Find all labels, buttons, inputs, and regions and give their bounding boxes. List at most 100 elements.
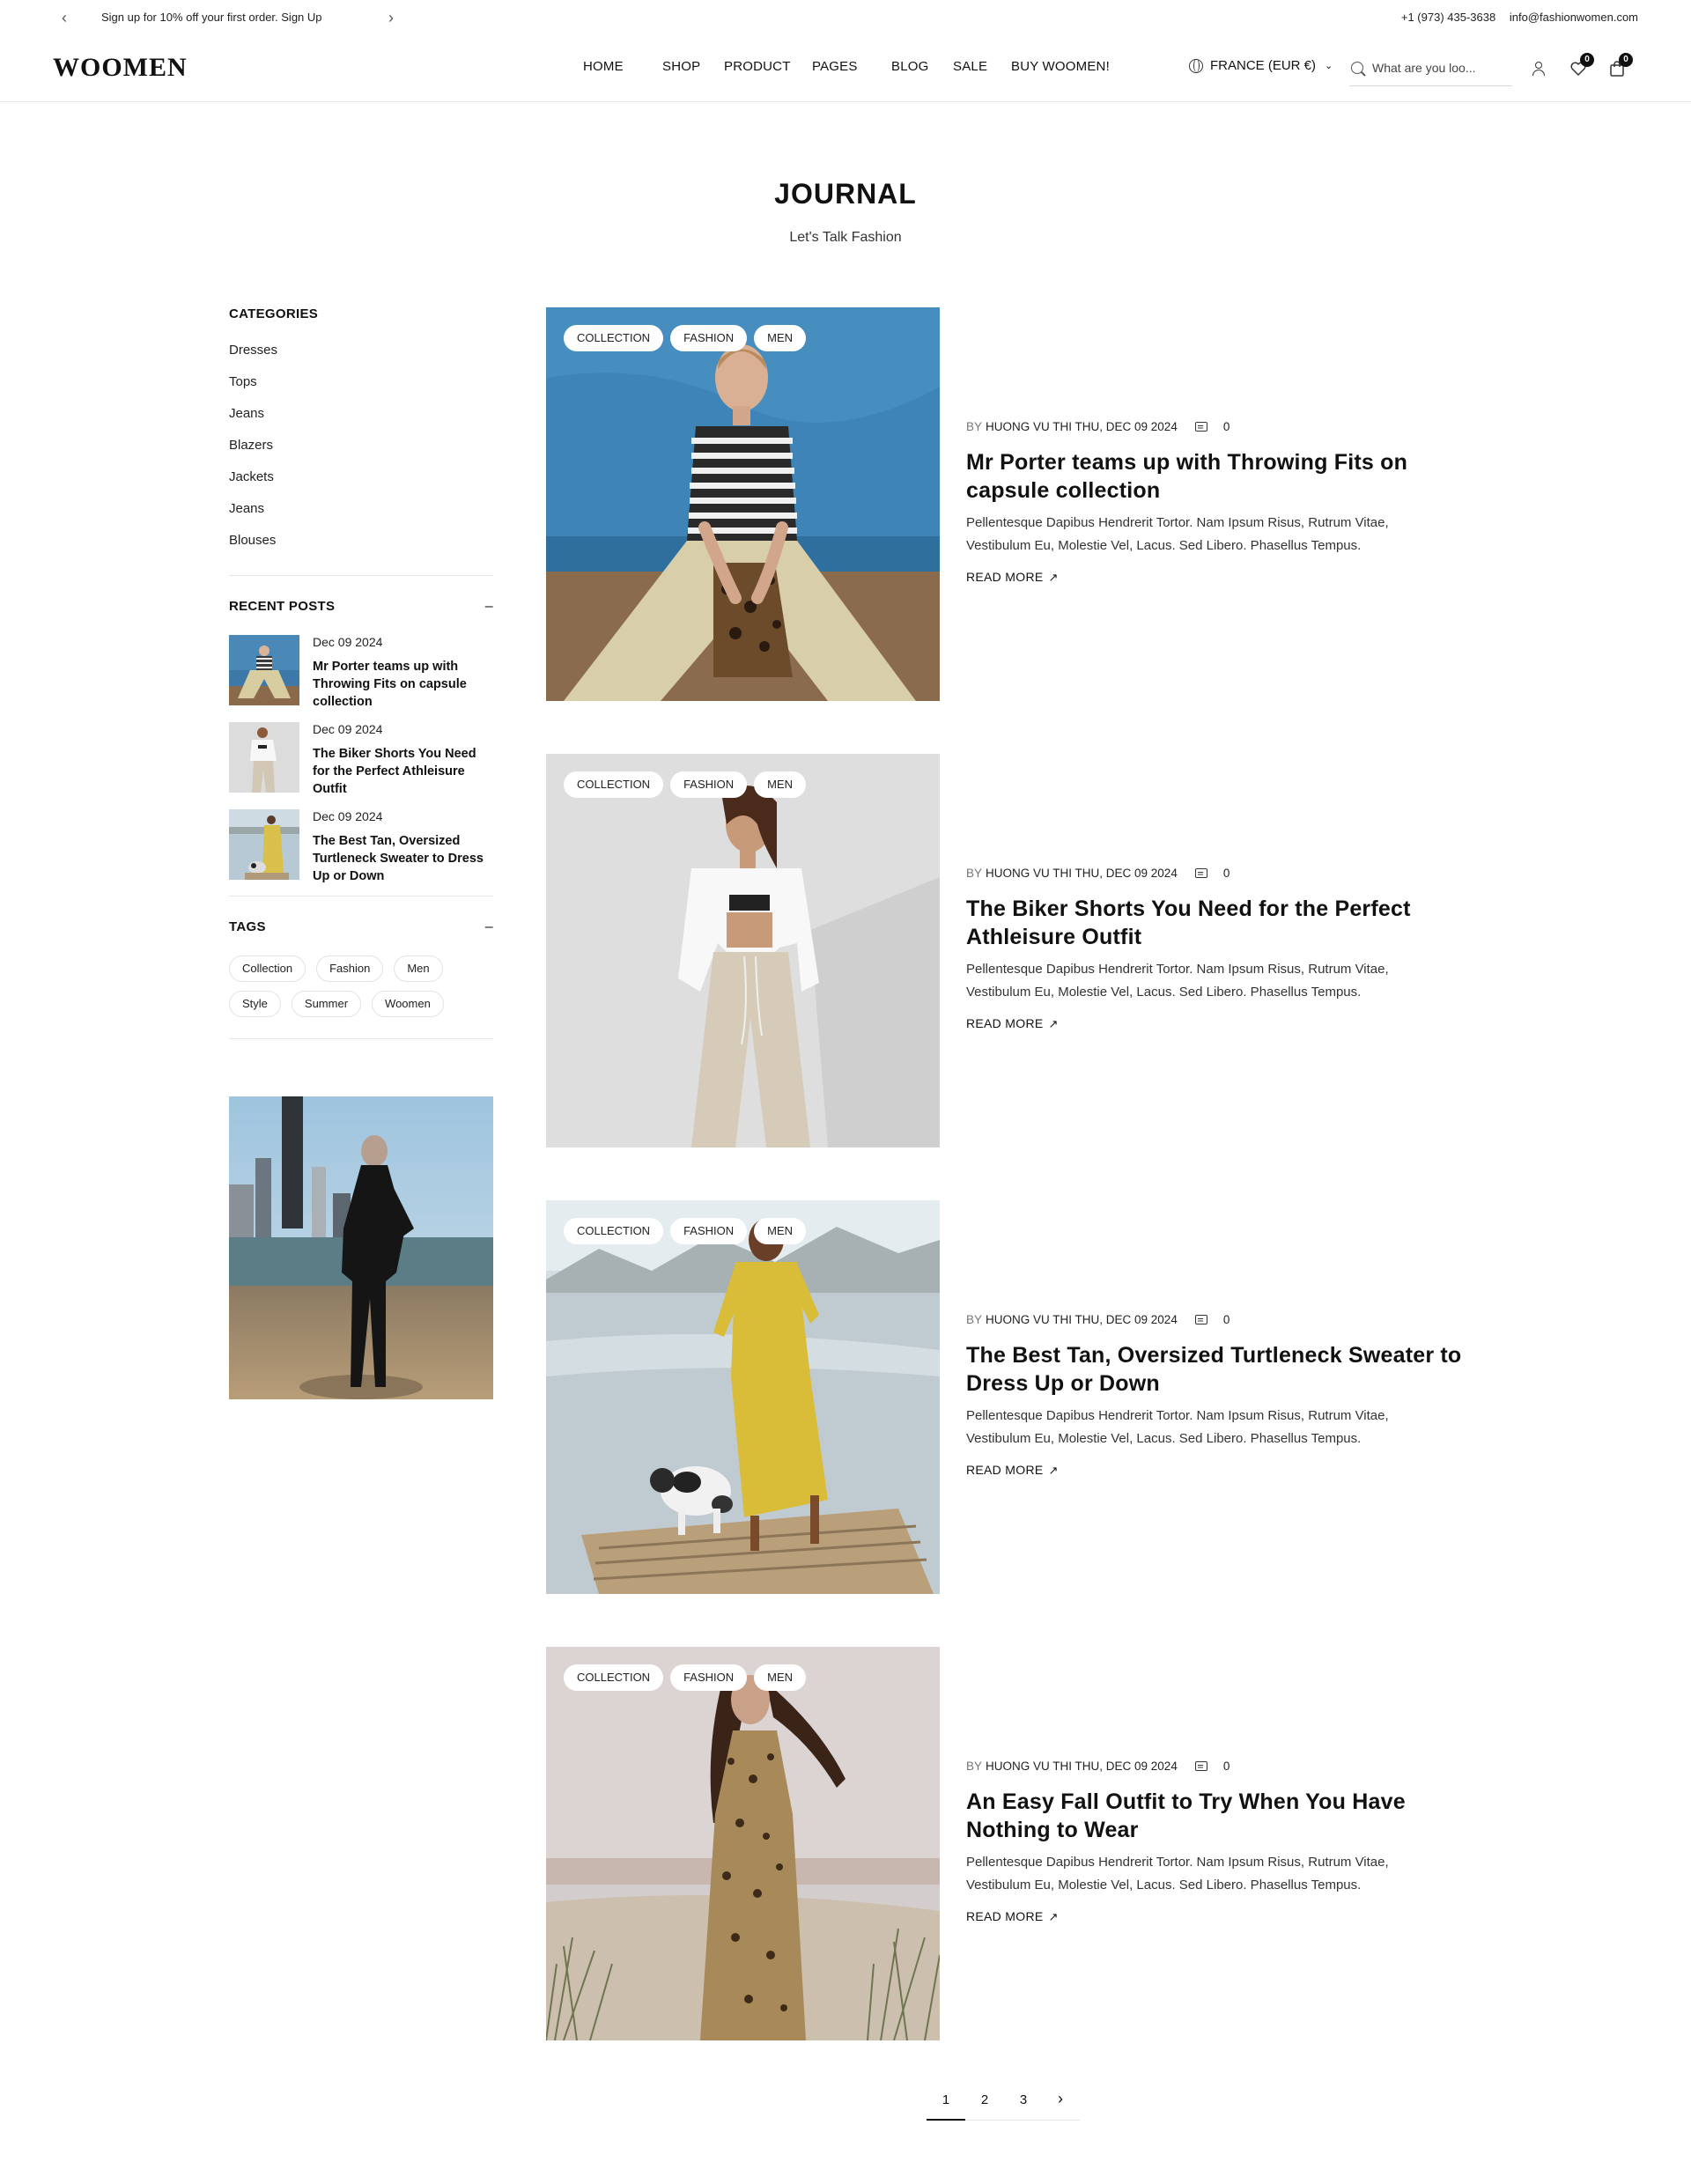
search-input[interactable] bbox=[1372, 60, 1495, 75]
shopping-bag-icon[interactable]: 0 bbox=[1608, 53, 1633, 77]
post-by-label: BY bbox=[966, 1313, 983, 1326]
recent-post-thumbnail[interactable] bbox=[229, 809, 299, 880]
post-excerpt: Pellentesque Dapibus Hendrerit Tortor. N… bbox=[966, 515, 1389, 553]
category-link[interactable]: Blouses bbox=[229, 533, 493, 564]
recent-post-thumbnail[interactable] bbox=[229, 722, 299, 793]
announcement-bar: ‹ Sign up for 10% off your first order. … bbox=[0, 0, 1691, 35]
tag-chip[interactable]: Style bbox=[229, 991, 281, 1017]
post-image[interactable]: COLLECTION FASHION MEN bbox=[546, 1200, 940, 1594]
collapse-icon[interactable]: – bbox=[485, 599, 493, 615]
tag-chip[interactable]: Collection bbox=[229, 956, 306, 982]
read-more-label: READ MORE bbox=[966, 1463, 1044, 1477]
read-more-link[interactable]: READ MORE ↗ bbox=[966, 570, 1059, 585]
post-title[interactable]: Mr Porter teams up with Throwing Fits on… bbox=[966, 448, 1468, 505]
post-image[interactable]: COLLECTION FASHION MEN bbox=[546, 1647, 940, 2040]
site-header: WOOMEN HOME SHOP PRODUCT PAGES BLOG SALE… bbox=[0, 35, 1691, 102]
sidebar-banner-image[interactable] bbox=[229, 1096, 493, 1399]
phone-link[interactable]: +1 (973) 435-3638 bbox=[1401, 11, 1495, 24]
page-link-2[interactable]: 2 bbox=[965, 2092, 1004, 2107]
nav-shop[interactable]: SHOP bbox=[662, 59, 700, 74]
search-icon[interactable] bbox=[1351, 61, 1363, 74]
nav-blog[interactable]: BLOG bbox=[891, 59, 928, 74]
arrow-up-right-icon: ↗ bbox=[1048, 1910, 1059, 1923]
post-tag-chip[interactable]: MEN bbox=[754, 1664, 807, 1691]
post-tag-chip[interactable]: FASHION bbox=[670, 325, 748, 351]
post-tag-chip[interactable]: COLLECTION bbox=[564, 1218, 664, 1244]
recent-post-item[interactable]: Dec 09 2024 The Best Tan, Oversized Turt… bbox=[229, 809, 493, 896]
nav-pages[interactable]: PAGES bbox=[812, 59, 858, 74]
chevron-left-icon[interactable]: ‹ bbox=[55, 9, 73, 26]
site-logo[interactable]: WOOMEN bbox=[53, 53, 188, 83]
post-tag-chip[interactable]: FASHION bbox=[670, 771, 748, 798]
post-tag-chip[interactable]: MEN bbox=[754, 325, 807, 351]
comment-icon bbox=[1194, 1761, 1207, 1771]
tag-chip[interactable]: Summer bbox=[291, 991, 362, 1017]
post-meta: BY HUONG VU THI THU, DEC 09 2024 0 bbox=[966, 420, 1229, 433]
user-icon[interactable] bbox=[1530, 60, 1547, 77]
blog-post-card: COLLECTION FASHION MEN BY HUONG VU THI T… bbox=[546, 1200, 1471, 1594]
page-link-1[interactable]: 1 bbox=[927, 2092, 965, 2107]
post-comment-count[interactable]: 0 bbox=[1223, 1760, 1230, 1773]
email-link[interactable]: info@fashionwomen.com bbox=[1510, 11, 1638, 24]
chevron-down-icon: ⌄ bbox=[1325, 61, 1333, 71]
collapse-icon[interactable]: – bbox=[485, 919, 493, 935]
nav-home[interactable]: HOME bbox=[583, 59, 624, 74]
wishlist-count-badge: 0 bbox=[1580, 53, 1594, 67]
tags-label: TAGS bbox=[229, 919, 266, 934]
heart-icon[interactable]: 0 bbox=[1569, 53, 1594, 77]
arrow-up-right-icon: ↗ bbox=[1048, 1017, 1059, 1030]
recent-post-title[interactable]: The Best Tan, Oversized Turtleneck Sweat… bbox=[313, 832, 493, 885]
post-tag-chip[interactable]: MEN bbox=[754, 1218, 807, 1244]
comment-icon bbox=[1194, 1315, 1207, 1324]
tags-heading: TAGS – bbox=[229, 919, 493, 934]
post-tag-chip[interactable]: FASHION bbox=[670, 1218, 748, 1244]
post-comment-count[interactable]: 0 bbox=[1223, 867, 1230, 880]
page-link-3[interactable]: 3 bbox=[1004, 2092, 1043, 2107]
post-image[interactable]: COLLECTION FASHION MEN bbox=[546, 307, 940, 701]
divider bbox=[229, 575, 493, 576]
read-more-link[interactable]: READ MORE ↗ bbox=[966, 1463, 1059, 1478]
category-link[interactable]: Jeans bbox=[229, 501, 493, 533]
category-link[interactable]: Tops bbox=[229, 374, 493, 406]
blog-post-card: COLLECTION FASHION MEN BY HUONG VU THI T… bbox=[546, 754, 1471, 1147]
post-title[interactable]: The Best Tan, Oversized Turtleneck Sweat… bbox=[966, 1341, 1468, 1398]
promo-text[interactable]: Sign up for 10% off your first order. Si… bbox=[101, 11, 322, 24]
post-title[interactable]: The Biker Shorts You Need for the Perfec… bbox=[966, 895, 1468, 951]
locale-selector[interactable]: FRANCE (EUR €) ⌄ bbox=[1189, 58, 1333, 73]
tag-chip[interactable]: Fashion bbox=[316, 956, 384, 982]
blog-post-card: COLLECTION FASHION MEN BY HUONG VU THI T… bbox=[546, 1647, 1471, 2040]
category-link[interactable]: Jeans bbox=[229, 406, 493, 438]
post-tag-chip[interactable]: MEN bbox=[754, 771, 807, 798]
post-image[interactable]: COLLECTION FASHION MEN bbox=[546, 754, 940, 1147]
recent-post-title[interactable]: Mr Porter teams up with Throwing Fits on… bbox=[313, 658, 493, 711]
post-author-date[interactable]: HUONG VU THI THU, DEC 09 2024 bbox=[986, 1760, 1178, 1773]
post-author-date[interactable]: HUONG VU THI THU, DEC 09 2024 bbox=[986, 1313, 1178, 1326]
post-author-date[interactable]: HUONG VU THI THU, DEC 09 2024 bbox=[986, 420, 1178, 433]
recent-post-title[interactable]: The Biker Shorts You Need for the Perfec… bbox=[313, 745, 493, 798]
post-tag-chip[interactable]: FASHION bbox=[670, 1664, 748, 1691]
read-more-link[interactable]: READ MORE ↗ bbox=[966, 1909, 1059, 1924]
post-comment-count[interactable]: 0 bbox=[1223, 420, 1230, 433]
post-tag-chip[interactable]: COLLECTION bbox=[564, 325, 664, 351]
tag-chip[interactable]: Woomen bbox=[372, 991, 444, 1017]
next-page-icon[interactable]: › bbox=[1041, 2090, 1080, 2108]
recent-post-item[interactable]: Dec 09 2024 The Biker Shorts You Need fo… bbox=[229, 722, 493, 809]
category-link[interactable]: Blazers bbox=[229, 438, 493, 469]
post-tags: COLLECTION FASHION MEN bbox=[564, 325, 807, 351]
post-excerpt: Pellentesque Dapibus Hendrerit Tortor. N… bbox=[966, 1408, 1389, 1446]
post-comment-count[interactable]: 0 bbox=[1223, 1313, 1230, 1326]
recent-post-item[interactable]: Dec 09 2024 Mr Porter teams up with Thro… bbox=[229, 635, 493, 722]
post-author-date[interactable]: HUONG VU THI THU, DEC 09 2024 bbox=[986, 867, 1178, 880]
post-tag-chip[interactable]: COLLECTION bbox=[564, 771, 664, 798]
nav-product[interactable]: PRODUCT bbox=[724, 59, 791, 74]
category-link[interactable]: Jackets bbox=[229, 469, 493, 501]
chevron-right-icon[interactable]: › bbox=[382, 9, 400, 26]
tag-chip[interactable]: Men bbox=[394, 956, 443, 982]
category-link[interactable]: Dresses bbox=[229, 343, 493, 374]
post-title[interactable]: An Easy Fall Outfit to Try When You Have… bbox=[966, 1788, 1468, 1844]
nav-buy-woomen[interactable]: BUY WOOMEN! bbox=[1011, 59, 1110, 74]
post-tag-chip[interactable]: COLLECTION bbox=[564, 1664, 664, 1691]
read-more-link[interactable]: READ MORE ↗ bbox=[966, 1016, 1059, 1031]
nav-sale[interactable]: SALE bbox=[953, 59, 987, 74]
recent-post-thumbnail[interactable] bbox=[229, 635, 299, 705]
